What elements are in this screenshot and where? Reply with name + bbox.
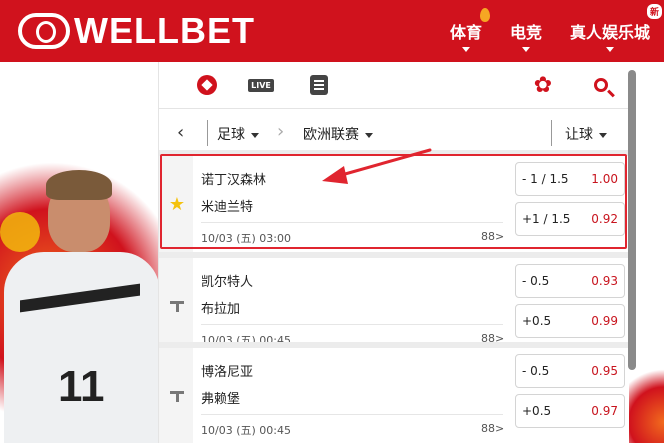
chevron-right-icon: › — [277, 121, 285, 142]
divider — [159, 108, 629, 109]
handicap: +0.5 — [522, 314, 552, 328]
odds-price: 0.95 — [591, 364, 618, 378]
sport-dropdown[interactable]: 足球 — [217, 124, 259, 144]
more-markets-link[interactable]: 88> — [481, 422, 504, 435]
odds-button[interactable]: +0.5 0.97 — [515, 394, 625, 428]
top-header: WELLBET 体育 电竞 新 真人娱乐城 — [0, 0, 664, 62]
live-icon[interactable]: LIVE — [248, 74, 274, 96]
list-icon[interactable] — [307, 74, 331, 96]
sport-toolbar: LIVE ✿ — [159, 62, 629, 108]
jersey-number: 11 — [58, 362, 105, 411]
nav-item-label: 真人娱乐城 — [569, 23, 650, 42]
player-hair — [46, 170, 112, 200]
divider — [201, 414, 503, 415]
chevron-down-icon — [521, 47, 530, 52]
divider — [207, 120, 208, 146]
pin-icon[interactable] — [167, 296, 187, 316]
flame-icon — [479, 8, 490, 22]
new-badge: 新 — [646, 4, 662, 19]
divider — [201, 324, 503, 325]
pin-icon[interactable] — [167, 386, 187, 406]
handicap: +0.5 — [522, 404, 552, 418]
back-chevron-icon[interactable]: ‹ — [177, 122, 184, 143]
logo-mark-icon — [18, 13, 70, 49]
nav-item-label: 体育 — [449, 23, 482, 42]
match-row: 凯尔特人 布拉加 10/03 (五) 00:45 88> - 0.5 0.93 … — [159, 258, 629, 354]
player-banner: 11 — [0, 62, 160, 443]
chevron-down-icon — [365, 132, 373, 138]
highlight-box — [160, 154, 627, 249]
chevron-down-icon — [599, 132, 607, 138]
sportsbook-panel: LIVE ✿ ‹ 足球 › 欧洲联赛 让球 ★ 诺丁汉森林 米迪兰特 10/03… — [158, 62, 629, 443]
gear-icon[interactable]: ✿ — [531, 73, 555, 98]
nav-item-live-casino[interactable]: 新 真人娱乐城 — [556, 0, 664, 62]
odds-price: 0.97 — [591, 404, 618, 418]
away-team[interactable]: 布拉加 — [201, 298, 240, 317]
divider — [551, 120, 552, 146]
soccer-ball-icon[interactable] — [195, 74, 219, 96]
paint-splash — [0, 212, 40, 252]
league-dropdown[interactable]: 欧洲联赛 — [303, 124, 373, 144]
market-dropdown[interactable]: 让球 — [565, 124, 607, 144]
match-row: 博洛尼亚 弗赖堡 10/03 (五) 00:45 88> - 0.5 0.95 … — [159, 348, 629, 443]
home-team[interactable]: 博洛尼亚 — [201, 361, 253, 380]
odds-button[interactable]: +0.5 0.99 — [515, 304, 625, 338]
nav-item-esports[interactable]: 电竞 — [496, 0, 556, 62]
paint-splash — [628, 362, 664, 443]
chevron-down-icon — [461, 47, 470, 52]
odds-button[interactable]: - 0.5 0.93 — [515, 264, 625, 298]
scrollbar[interactable] — [628, 70, 636, 370]
filter-bar: ‹ 足球 › 欧洲联赛 让球 — [159, 116, 629, 150]
home-team[interactable]: 凯尔特人 — [201, 271, 253, 290]
chevron-down-icon — [605, 47, 614, 52]
nav-item-label: 电竞 — [509, 23, 542, 42]
handicap: - 0.5 — [522, 364, 550, 378]
match-time: 10/03 (五) 00:45 — [201, 424, 291, 437]
wellbet-logo[interactable]: WELLBET — [18, 10, 255, 51]
main-nav: 体育 电竞 新 真人娱乐城 — [436, 0, 664, 62]
player-jersey — [4, 252, 160, 443]
away-team[interactable]: 弗赖堡 — [201, 388, 240, 407]
nav-item-sports[interactable]: 体育 — [436, 0, 496, 62]
handicap: - 0.5 — [522, 274, 550, 288]
logo-text: WELLBET — [74, 10, 255, 51]
search-icon[interactable] — [589, 74, 613, 96]
odds-button[interactable]: - 0.5 0.95 — [515, 354, 625, 388]
odds-price: 0.99 — [591, 314, 618, 328]
chevron-down-icon — [251, 132, 259, 138]
odds-price: 0.93 — [591, 274, 618, 288]
